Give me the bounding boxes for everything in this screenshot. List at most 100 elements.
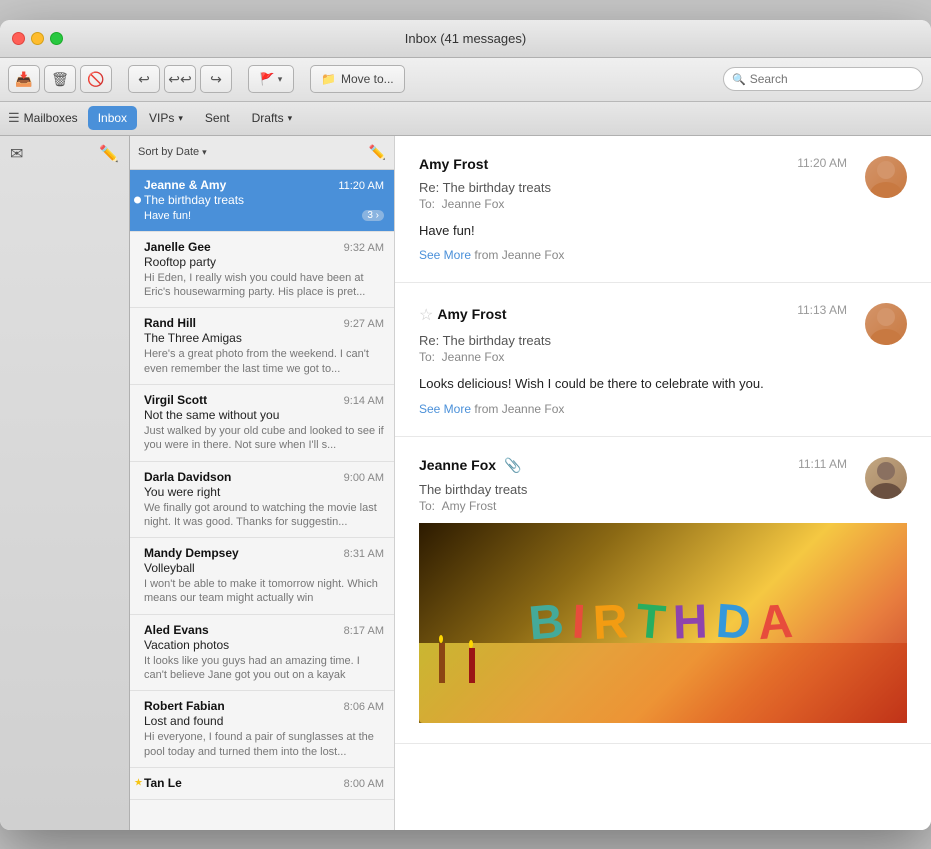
- search-icon: 🔍: [732, 73, 746, 86]
- star-indicator: ★: [134, 778, 143, 789]
- message-from: Amy Frost: [419, 156, 488, 172]
- minimize-button[interactable]: [31, 32, 44, 45]
- sender-name: Aled Evans: [144, 623, 209, 637]
- message-card: Jeanne Fox 📎 The birthday treats To: Amy…: [395, 437, 931, 744]
- see-more-link[interactable]: See More from Jeanne Fox: [419, 402, 907, 416]
- tabs-bar: ☰ Mailboxes Inbox VIPs ▾ Sent Drafts ▾: [0, 102, 931, 136]
- move-icon: 📁: [321, 72, 336, 86]
- list-item[interactable]: Rand Hill 9:27 AM The Three Amigas Here'…: [130, 308, 394, 385]
- maximize-button[interactable]: [50, 32, 63, 45]
- message-meta: Amy Frost Re: The birthday treats To: Je…: [419, 156, 787, 221]
- email-subject: Rooftop party: [144, 255, 384, 269]
- message-body: Have fun!: [419, 221, 907, 241]
- unread-indicator: [134, 197, 141, 204]
- tab-inbox[interactable]: Inbox: [88, 106, 137, 130]
- sender-name: Tan Le: [144, 776, 182, 790]
- birthday-image: BIRTHDA: [419, 523, 907, 723]
- sender-name: Darla Davidson: [144, 470, 231, 484]
- message-card: Amy Frost Re: The birthday treats To: Je…: [395, 136, 931, 284]
- message-from: Jeanne Fox: [419, 457, 496, 473]
- trash-icon: 🗑: [51, 71, 69, 88]
- search-input[interactable]: [750, 72, 914, 86]
- forward-icon: ↪: [210, 71, 222, 88]
- window-title: Inbox (41 messages): [405, 31, 526, 46]
- thread-count: 3 ›: [362, 210, 384, 221]
- email-preview: I won't be able to make it tomorrow nigh…: [144, 577, 384, 606]
- sender-name: Rand Hill: [144, 316, 196, 330]
- junk-button[interactable]: 🚫: [80, 65, 112, 93]
- email-time: 9:32 AM: [344, 242, 384, 254]
- archive-button[interactable]: 📥: [8, 65, 40, 93]
- close-button[interactable]: [12, 32, 25, 45]
- sender-name: Mandy Dempsey: [144, 546, 239, 560]
- message-meta: Jeanne Fox 📎 The birthday treats To: Amy…: [419, 457, 788, 523]
- sort-chevron: ▾: [202, 147, 207, 158]
- list-item[interactable]: Robert Fabian 8:06 AM Lost and found Hi …: [130, 691, 394, 768]
- tab-drafts[interactable]: Drafts ▾: [242, 106, 303, 130]
- sender-name: Jeanne & Amy: [144, 178, 226, 192]
- mail-window: Inbox (41 messages) 📥 🗑 🚫 ↩ ↩↩ ↪ 🚩 ▾ 📁: [0, 20, 931, 830]
- email-time: 9:00 AM: [344, 472, 384, 484]
- email-list: Sort by Date ▾ ✏️ Jeanne & Amy 11:20 AM …: [130, 136, 395, 830]
- sort-label-text: Sort by Date: [138, 146, 199, 158]
- list-item[interactable]: Mandy Dempsey 8:31 AM Volleyball I won't…: [130, 538, 394, 615]
- message-subject: Re: The birthday treats: [419, 180, 787, 195]
- compose-small-icon[interactable]: ✏️: [369, 144, 386, 161]
- sidebar-header: ✉ ✏️: [0, 136, 129, 172]
- list-item[interactable]: Janelle Gee 9:32 AM Rooftop party Hi Ede…: [130, 232, 394, 309]
- list-header: Sort by Date ▾ ✏️: [130, 136, 394, 170]
- sidebar: ✉ ✏️: [0, 136, 130, 830]
- drafts-chevron: ▾: [288, 113, 293, 124]
- avatar: [865, 457, 907, 499]
- tab-vips[interactable]: VIPs ▾: [139, 106, 193, 130]
- email-subject: You were right: [144, 485, 384, 499]
- compose-icon[interactable]: ✏️: [99, 144, 119, 164]
- message-card: ☆ Amy Frost Re: The birthday treats To: …: [395, 283, 931, 437]
- star-button[interactable]: ☆: [419, 305, 433, 325]
- detail-pane: Amy Frost Re: The birthday treats To: Je…: [395, 136, 931, 830]
- reply-all-icon: ↩↩: [168, 71, 191, 88]
- message-meta: ☆ Amy Frost Re: The birthday treats To: …: [419, 303, 787, 374]
- mailbox-icon: ✉: [10, 144, 23, 164]
- message-subject: The birthday treats: [419, 482, 788, 497]
- reply-all-button[interactable]: ↩↩: [164, 65, 196, 93]
- email-time: 8:00 AM: [344, 778, 384, 790]
- reply-button[interactable]: ↩: [128, 65, 160, 93]
- tab-inbox-label: Inbox: [98, 111, 127, 125]
- move-to-button[interactable]: 📁 Move to...: [310, 65, 405, 93]
- titlebar: Inbox (41 messages): [0, 20, 931, 58]
- see-more-link[interactable]: See More from Jeanne Fox: [419, 248, 907, 262]
- message-subject: Re: The birthday treats: [419, 333, 787, 348]
- email-preview: We finally got around to watching the mo…: [144, 501, 384, 530]
- email-time: 11:20 AM: [338, 180, 384, 192]
- delete-button[interactable]: 🗑: [44, 65, 76, 93]
- sender-name: Virgil Scott: [144, 393, 207, 407]
- list-item[interactable]: ★ Tan Le 8:00 AM: [130, 768, 394, 800]
- email-subject: The birthday treats: [144, 193, 384, 207]
- archive-icon: 📥: [15, 71, 32, 88]
- search-bar[interactable]: 🔍: [723, 67, 923, 91]
- list-item[interactable]: Aled Evans 8:17 AM Vacation photos It lo…: [130, 615, 394, 692]
- email-time: 8:17 AM: [344, 625, 384, 637]
- email-subject: Not the same without you: [144, 408, 384, 422]
- message-time: 11:11 AM: [798, 457, 847, 471]
- message-time: 11:20 AM: [797, 156, 847, 170]
- traffic-lights: [12, 32, 63, 45]
- email-subject: Vacation photos: [144, 638, 384, 652]
- sort-button[interactable]: Sort by Date ▾: [138, 146, 207, 158]
- flag-button[interactable]: 🚩 ▾: [248, 65, 294, 93]
- email-time: 9:27 AM: [344, 318, 384, 330]
- move-label: Move to...: [341, 72, 394, 86]
- mailboxes-label[interactable]: Mailboxes: [24, 111, 78, 125]
- email-preview: Hi Eden, I really wish you could have be…: [144, 271, 384, 300]
- email-subject: Lost and found: [144, 714, 384, 728]
- forward-button[interactable]: ↪: [200, 65, 232, 93]
- list-item[interactable]: Darla Davidson 9:00 AM You were right We…: [130, 462, 394, 539]
- tab-sent[interactable]: Sent: [195, 106, 240, 130]
- tab-sent-label: Sent: [205, 111, 230, 125]
- list-item[interactable]: Virgil Scott 9:14 AM Not the same withou…: [130, 385, 394, 462]
- list-item[interactable]: Jeanne & Amy 11:20 AM The birthday treat…: [130, 170, 394, 232]
- flag-chevron: ▾: [278, 74, 283, 85]
- message-to: To: Jeanne Fox: [419, 350, 787, 364]
- email-time: 8:06 AM: [344, 701, 384, 713]
